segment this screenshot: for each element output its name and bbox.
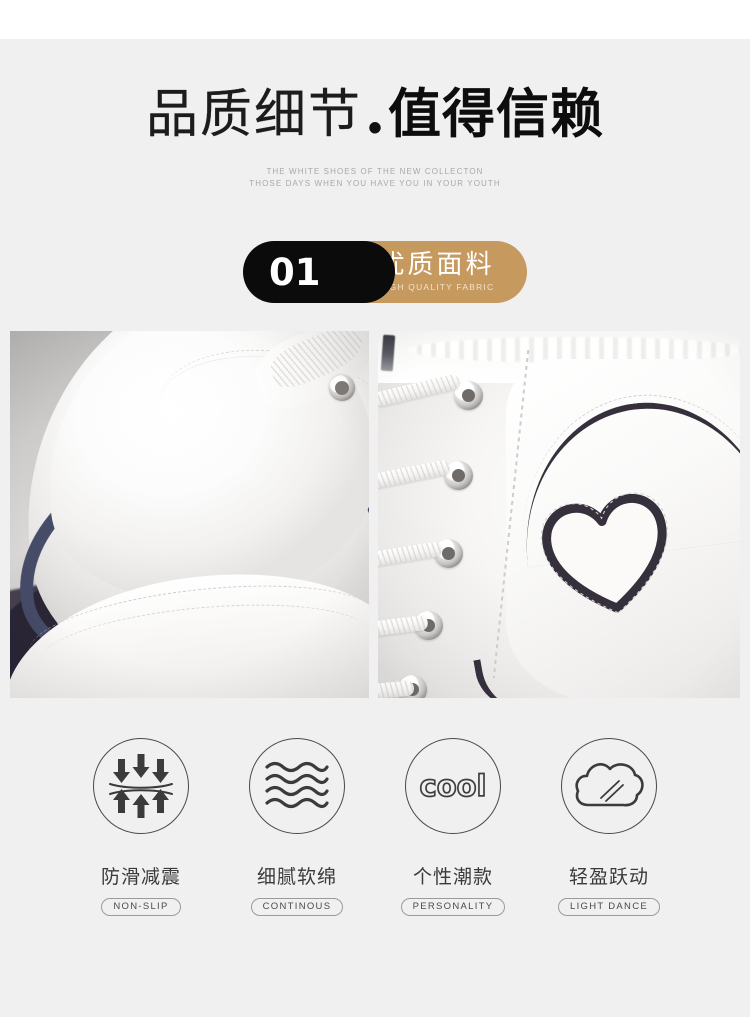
shoe-eyelet-hole [335,381,349,395]
product-photo-toe-detail[interactable] [10,331,369,698]
section-badge-number: 01 [269,250,321,294]
cool-text-icon: cool [405,738,501,834]
feature-item-continous[interactable]: 细腻软绵 CONTINOUS [219,738,375,938]
section-badge-black-pill: 01 [243,241,395,303]
subtitle-line-2: THOSE DAYS WHEN YOU HAVE YOU IN YOUR YOU… [249,178,501,188]
section-badge-title-cn: 优质面料 [378,249,495,280]
page-title: 品质细节 • 值得信赖 [0,88,750,148]
feature-item-light-dance[interactable]: 轻盈跃动 LIGHT DANCE [531,738,687,938]
feature-label-cn: 轻盈跃动 [568,866,649,888]
shoe-heart-applique [535,487,682,625]
shoe-lace-column [378,357,510,698]
feature-label-cn: 防滑减震 [100,866,181,888]
feature-label-en: NON-SLIP [101,898,181,916]
feature-label-cn: 个性潮款 [412,866,493,888]
top-white-strip [0,0,750,39]
section-badge-title-en: HIGH QUALITY FABRIC [378,282,495,293]
wavy-lines-icon [249,738,345,834]
feature-label-en: PERSONALITY [400,898,506,916]
cloud-motion-icon [561,738,657,834]
feature-item-personality[interactable]: cool 个性潮款 PERSONALITY [375,738,531,938]
product-photo-heart-detail[interactable] [378,331,740,698]
feature-label-en: LIGHT DANCE [558,898,660,916]
feature-list: 防滑减震 NON-SLIP 细腻软绵 CONTINOUS cool 个性潮款 P… [0,738,750,938]
lace-strap [378,540,443,569]
page-title-thin: 品质细节 [145,85,362,145]
page-title-bold: 值得信赖 [388,84,605,145]
lace-strap [378,680,415,698]
title-separator-dot: • [368,105,383,150]
lace-strap [378,373,461,408]
lace-strap [378,459,451,490]
feature-label-en: CONTINOUS [250,898,344,916]
product-detail-page: 品质细节 • 值得信赖 THE WHITE SHOES OF THE NEW COL… [0,0,750,1017]
section-badge: 优质面料 HIGH QUALITY FABRIC 01 [243,241,527,303]
feature-label-cn: 细腻软绵 [256,866,337,888]
shock-absorption-icon [93,738,189,834]
subtitle-line-1: THE WHITE SHOES OF THE NEW COLLECTON [266,167,484,176]
page-subtitle: THE WHITE SHOES OF THE NEW COLLECTON THO… [0,166,750,189]
feature-item-non-slip[interactable]: 防滑减震 NON-SLIP [63,738,219,938]
cool-text-glyph: cool [419,768,488,804]
product-gallery [10,331,740,698]
